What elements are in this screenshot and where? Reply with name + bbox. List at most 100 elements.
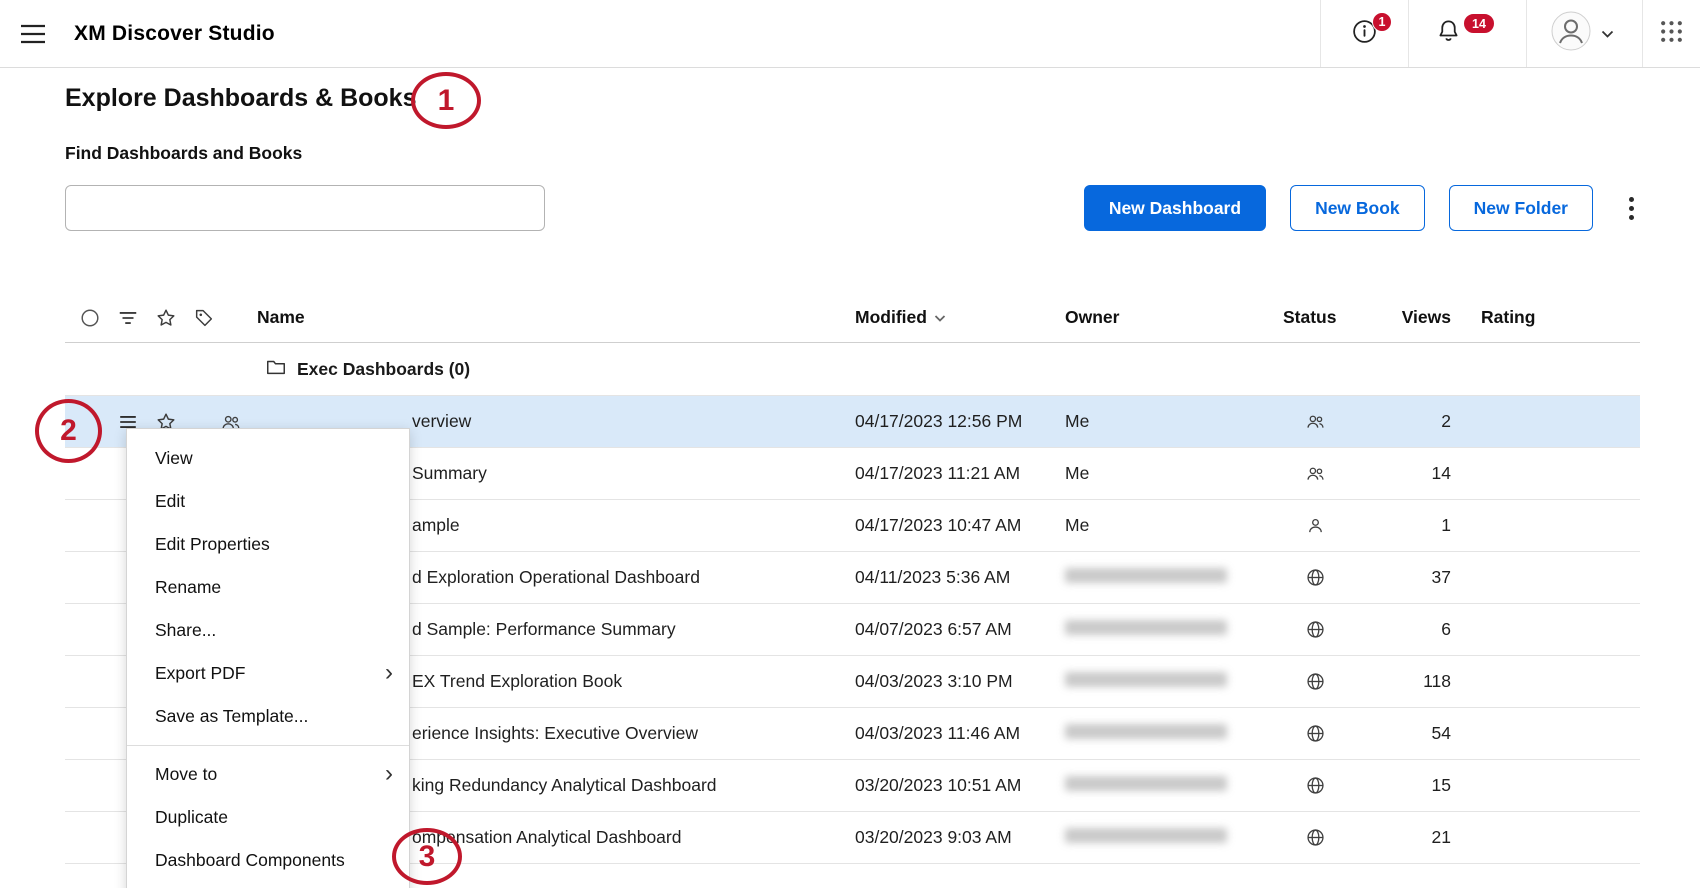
menu-item-schedule[interactable]: Schedule... xyxy=(127,882,409,888)
public-globe-icon xyxy=(1283,827,1391,848)
menu-item-duplicate[interactable]: Duplicate xyxy=(127,796,409,839)
menu-item-view[interactable]: View xyxy=(127,437,409,480)
column-name[interactable]: Name xyxy=(257,307,855,328)
folder-name: Exec Dashboards (0) xyxy=(297,359,470,380)
owner-blurred xyxy=(1065,620,1227,635)
submenu-arrow-icon: › xyxy=(385,762,393,786)
row-modified: 04/07/2023 6:57 AM xyxy=(855,619,1065,640)
table-header-icons xyxy=(65,307,257,329)
controls-row: New Dashboard New Book New Folder xyxy=(65,185,1640,231)
menu-item-rename[interactable]: Rename xyxy=(127,566,409,609)
filter-icon[interactable] xyxy=(117,307,139,329)
row-owner: Me xyxy=(1065,463,1283,484)
row-name[interactable]: erience Insights: Executive Overview xyxy=(412,723,698,743)
public-globe-icon xyxy=(1283,671,1391,692)
row-owner: Me xyxy=(1065,515,1283,536)
row-views: 2 xyxy=(1391,411,1451,432)
favorites-star-icon[interactable] xyxy=(155,307,177,329)
public-globe-icon xyxy=(1283,723,1391,744)
menu-item-dashboard-components[interactable]: Dashboard Components xyxy=(127,839,409,882)
row-views: 54 xyxy=(1391,723,1451,744)
new-dashboard-button[interactable]: New Dashboard xyxy=(1084,185,1266,231)
find-dashboards-label: Find Dashboards and Books xyxy=(65,143,1640,164)
info-button[interactable]: 1 xyxy=(1320,0,1408,67)
row-name[interactable]: d Exploration Operational Dashboard xyxy=(412,567,700,587)
row-views: 37 xyxy=(1391,567,1451,588)
row-name[interactable]: king Redundancy Analytical Dashboard xyxy=(412,775,717,795)
row-views: 14 xyxy=(1391,463,1451,484)
private-user-icon xyxy=(1283,515,1391,536)
row-owner: Me xyxy=(1065,411,1283,432)
row-views: 1 xyxy=(1391,515,1451,536)
folder-icon xyxy=(265,356,287,383)
table-header-row: Name Modified Owner Status Views Rating xyxy=(65,293,1640,343)
row-modified: 03/20/2023 9:03 AM xyxy=(855,827,1065,848)
public-globe-icon xyxy=(1283,619,1391,640)
submenu-arrow-icon: › xyxy=(385,661,393,685)
owner-blurred xyxy=(1065,776,1227,791)
menu-item-edit-properties[interactable]: Edit Properties xyxy=(127,523,409,566)
notifications-badge: 14 xyxy=(1463,13,1495,34)
row-views: 21 xyxy=(1391,827,1451,848)
bell-icon xyxy=(1409,18,1462,50)
header-right-cluster: 1 14 xyxy=(1320,0,1700,67)
sort-chevron-icon xyxy=(934,307,946,328)
menu-item-share[interactable]: Share... xyxy=(127,609,409,652)
row-modified: 04/17/2023 11:21 AM xyxy=(855,463,1065,484)
menu-divider xyxy=(127,745,409,746)
menu-item-export-pdf[interactable]: Export PDF› xyxy=(127,652,409,695)
owner-blurred xyxy=(1065,568,1227,583)
column-owner[interactable]: Owner xyxy=(1065,307,1283,328)
more-actions-kebab-icon[interactable] xyxy=(1623,191,1640,226)
action-buttons: New Dashboard New Book New Folder xyxy=(1084,185,1640,231)
notifications-button[interactable]: 14 xyxy=(1408,0,1526,67)
column-views[interactable]: Views xyxy=(1391,307,1451,328)
row-name[interactable]: ample xyxy=(412,515,460,535)
row-context-menu: View Edit Edit Properties Rename Share..… xyxy=(126,428,410,888)
menu-item-save-as-template[interactable]: Save as Template... xyxy=(127,695,409,738)
row-modified: 04/11/2023 5:36 AM xyxy=(855,567,1065,588)
column-modified[interactable]: Modified xyxy=(855,307,1065,328)
owner-blurred xyxy=(1065,724,1227,739)
select-all-circle-icon[interactable] xyxy=(79,307,101,329)
row-views: 15 xyxy=(1391,775,1451,796)
menu-item-move-to[interactable]: Move to› xyxy=(127,753,409,796)
app-switcher-button[interactable] xyxy=(1642,0,1700,67)
row-name[interactable]: d Sample: Performance Summary xyxy=(412,619,676,639)
public-globe-icon xyxy=(1283,567,1391,588)
row-modified: 04/03/2023 11:46 AM xyxy=(855,723,1065,744)
new-book-button[interactable]: New Book xyxy=(1290,185,1425,231)
row-modified: 04/17/2023 12:56 PM xyxy=(855,411,1065,432)
avatar xyxy=(1551,11,1591,56)
row-modified: 03/20/2023 10:51 AM xyxy=(855,775,1065,796)
annotation-circle-2: 2 xyxy=(35,399,102,463)
account-menu-button[interactable] xyxy=(1526,0,1642,67)
hamburger-menu-icon[interactable] xyxy=(20,24,46,44)
folder-row[interactable]: Exec Dashboards (0) xyxy=(65,343,1640,396)
chevron-down-icon xyxy=(1600,28,1615,40)
annotation-circle-1: 1 xyxy=(411,72,481,129)
column-status[interactable]: Status xyxy=(1283,307,1391,328)
new-folder-button[interactable]: New Folder xyxy=(1449,185,1593,231)
owner-blurred xyxy=(1065,828,1227,843)
row-modified: 04/03/2023 3:10 PM xyxy=(855,671,1065,692)
info-badge: 1 xyxy=(1372,12,1392,32)
column-rating[interactable]: Rating xyxy=(1451,307,1640,328)
menu-item-edit[interactable]: Edit xyxy=(127,480,409,523)
row-modified: 04/17/2023 10:47 AM xyxy=(855,515,1065,536)
owner-blurred xyxy=(1065,672,1227,687)
shared-users-icon xyxy=(1283,463,1391,484)
shared-users-icon xyxy=(1283,411,1391,432)
row-views: 118 xyxy=(1391,671,1451,692)
row-name[interactable]: EX Trend Exploration Book xyxy=(412,671,622,691)
row-name[interactable]: verview xyxy=(412,411,471,431)
app-header: XM Discover Studio 1 14 xyxy=(0,0,1700,68)
annotation-circle-3: 3 xyxy=(392,828,462,885)
row-views: 6 xyxy=(1391,619,1451,640)
app-title: XM Discover Studio xyxy=(74,22,275,46)
page-title: Explore Dashboards & Books xyxy=(65,84,1640,113)
row-name[interactable]: Summary xyxy=(412,463,487,483)
tag-icon[interactable] xyxy=(193,307,215,329)
find-dashboards-input[interactable] xyxy=(65,185,545,231)
public-globe-icon xyxy=(1283,775,1391,796)
